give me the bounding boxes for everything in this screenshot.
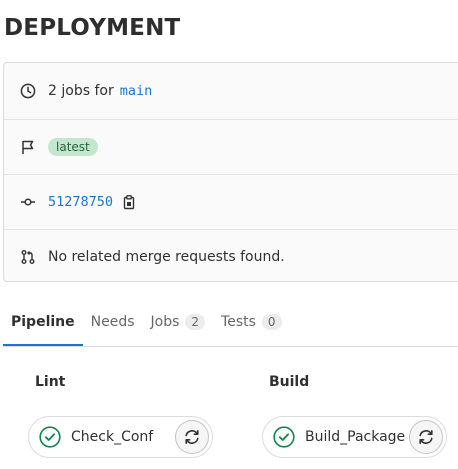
merge-requests-text: No related merge requests found. [48,249,285,265]
tab-tests-label: Tests [221,314,256,330]
status-success-icon [273,426,295,448]
commit-row: 51278750 [4,174,458,229]
latest-badge: latest [48,138,98,156]
merge-request-icon [21,250,35,264]
retry-button[interactable] [175,420,209,454]
retry-icon [419,430,433,444]
job-check-conf[interactable]: Check_Conf [28,416,213,458]
status-success-icon [39,426,61,448]
retry-icon [185,430,199,444]
pipeline-tabs: Pipeline Needs Jobs 2 Tests 0 [3,299,458,347]
tab-jobs-label: Jobs [150,314,180,330]
jobs-count-text: 2 jobs for [48,82,114,99]
commit-icon [21,198,35,206]
page-title: DEPLOYMENT [4,15,181,41]
retry-button[interactable] [409,420,443,454]
job-name: Check_Conf [71,429,154,445]
tab-tests-count: 0 [261,314,282,330]
stage-title: Lint [35,374,66,390]
jobs-row: 2 jobs for main [4,63,458,118]
copy-icon[interactable] [121,194,137,210]
stage-title: Build [269,374,310,390]
job-name: Build_Package [305,429,406,445]
merge-requests-row: No related merge requests found. [4,229,458,281]
job-build-package[interactable]: Build_Package [262,416,447,458]
tab-jobs-count: 2 [185,314,206,330]
tab-pipeline-label: Pipeline [11,313,75,330]
tab-tests[interactable]: Tests 0 [213,299,290,345]
clock-icon [20,83,36,98]
tab-needs[interactable]: Needs [83,299,143,345]
flag-icon [22,140,34,154]
tab-jobs[interactable]: Jobs 2 [143,299,214,345]
tab-needs-label: Needs [90,314,135,330]
pipeline-info-box: 2 jobs for main latest 51278750 No relat… [3,62,458,282]
tab-pipeline[interactable]: Pipeline [3,299,83,346]
ref-link[interactable]: main [120,83,153,99]
badge-row: latest [4,119,458,174]
commit-sha-link[interactable]: 51278750 [48,194,113,210]
